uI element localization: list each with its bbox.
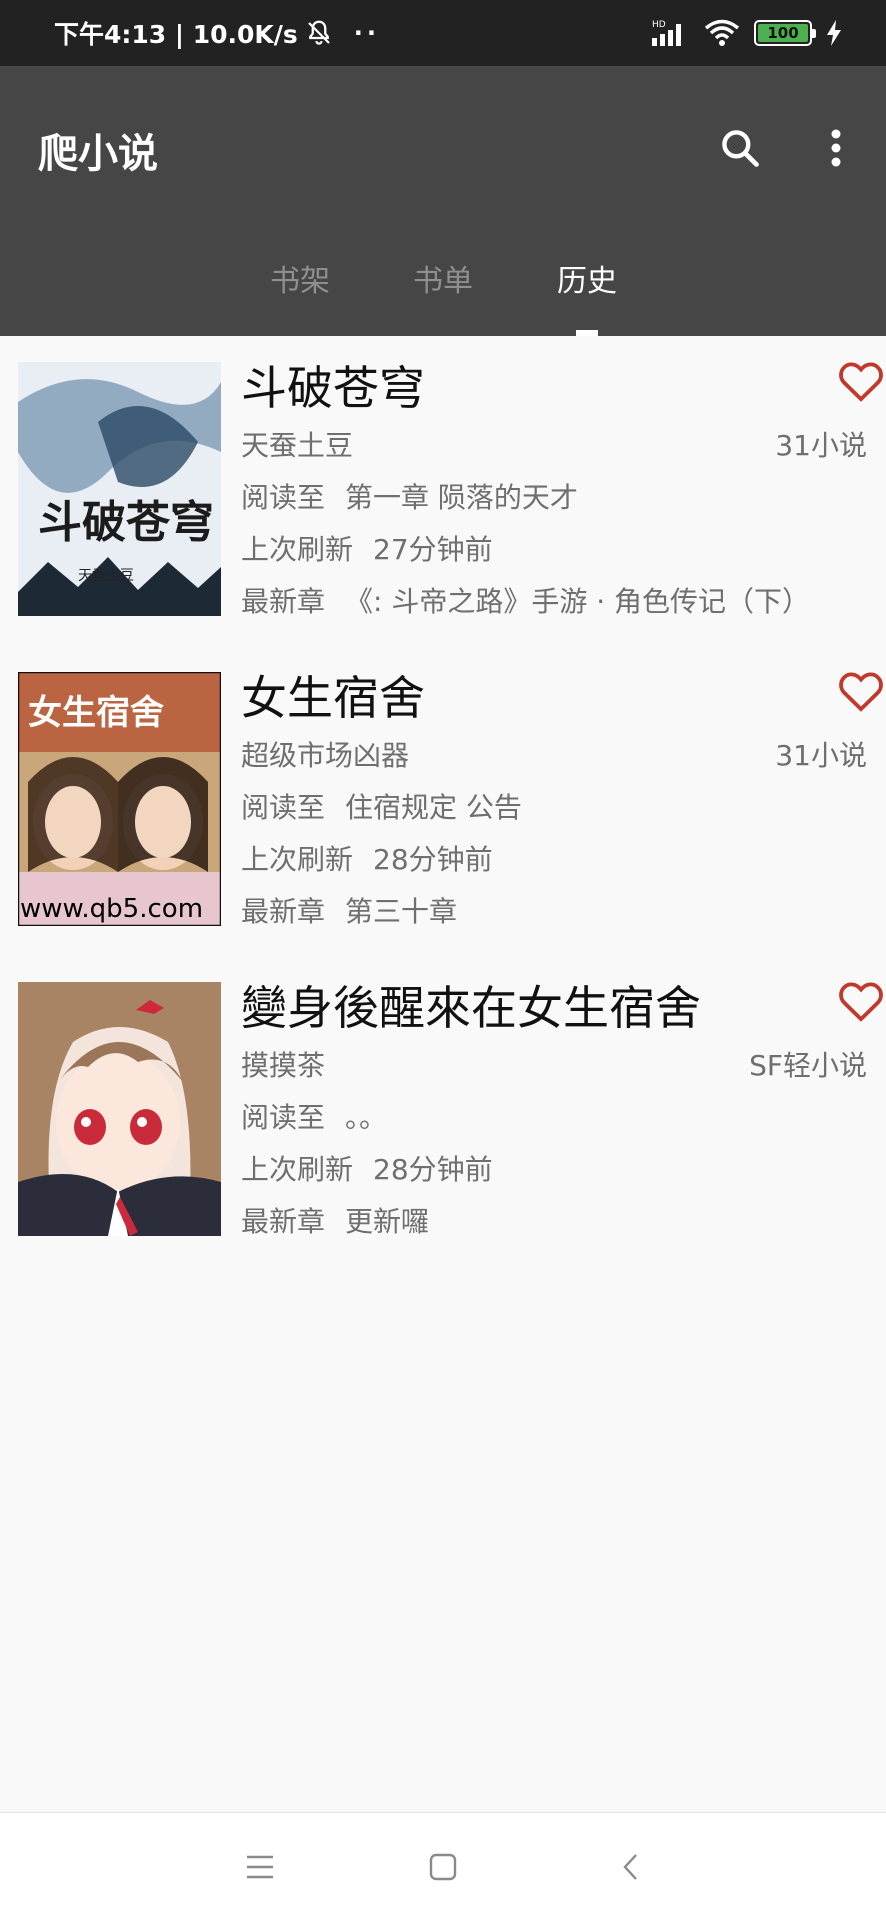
cover-watermark: www.qb5.com (20, 894, 203, 924)
tab-bar: 书架 书单 历史 (0, 246, 886, 336)
last-refresh-value: 28分钟前 (373, 843, 493, 876)
battery-icon: 100 (754, 20, 816, 46)
book-source: 31小说 (775, 429, 867, 462)
menu-icon (247, 1855, 273, 1879)
read-progress-label: 阅读至 (241, 1101, 326, 1134)
list-item[interactable]: 變身後醒來在女生宿舍 摸摸茶 SF轻小说 阅读至。。 上次刷新 28分钟前 最新章… (0, 960, 886, 1270)
read-progress-value: 第一章 陨落的天才 (345, 481, 578, 514)
read-progress-value: 住宿规定 公告 (345, 791, 522, 824)
last-refresh-label: 上次刷新 (241, 843, 354, 876)
latest-chapter-value: 第三十章 (345, 895, 458, 928)
signal-icon: HD (652, 20, 681, 46)
book-title: 斗破苍穹 (241, 361, 425, 415)
latest-chapter-label: 最新章 (241, 1205, 326, 1238)
back-button[interactable] (610, 1847, 650, 1887)
book-title: 女生宿舍 (241, 671, 425, 725)
favorite-heart-icon[interactable] (838, 980, 884, 1022)
wifi-icon (704, 19, 740, 46)
last-refresh-value: 28分钟前 (373, 1153, 493, 1186)
book-title: 變身後醒來在女生宿舍 (241, 981, 701, 1035)
book-source: 31小说 (775, 739, 867, 772)
favorite-heart-icon[interactable] (838, 360, 884, 402)
tab-history[interactable]: 历史 (515, 256, 659, 300)
search-icon (722, 130, 759, 167)
read-progress-label: 阅读至 (241, 481, 326, 514)
tab-booklist[interactable]: 书单 (371, 256, 515, 300)
book-cover: 女生宿舍 www.qb5.com (18, 672, 221, 926)
battery-level: 100 (758, 24, 808, 42)
last-refresh-label: 上次刷新 (241, 1153, 354, 1186)
charging-icon (827, 20, 841, 46)
last-refresh-label: 上次刷新 (241, 533, 354, 566)
search-button[interactable] (712, 120, 768, 176)
home-square-icon (429, 1853, 457, 1881)
list-item[interactable]: 斗破苍穹 天蚕土豆 斗破苍穹 天蚕土豆 31小说 阅读至 第一章 陨落的天才 上次… (0, 340, 886, 650)
bell-muted-icon (308, 20, 330, 45)
last-refresh-value: 27分钟前 (373, 533, 493, 566)
read-progress-value: 。。 (345, 1101, 388, 1134)
status-time-speed: 下午4:13 | 10.0K/s (54, 20, 298, 49)
status-dots: ·· (353, 19, 381, 47)
book-cover (18, 982, 221, 1236)
latest-chapter-value: 更新囉 (345, 1205, 430, 1238)
book-author: 超级市场凶器 (241, 739, 410, 772)
network-label: HD (652, 20, 666, 30)
home-button[interactable] (423, 1847, 463, 1887)
more-vert-icon (831, 129, 841, 167)
tab-indicator (576, 330, 598, 336)
app-bar: 爬小说 书架 书单 历史 (0, 66, 886, 336)
recent-apps-button[interactable] (240, 1847, 280, 1887)
latest-chapter-value: 《: 斗帝之路》手游 · 角色传记（下） (345, 585, 811, 618)
cover-title: 斗破苍穹 (38, 497, 214, 548)
cover-author: 天蚕土豆 (78, 568, 134, 584)
book-author: 天蚕土豆 (241, 429, 354, 462)
system-nav-bar (0, 1812, 886, 1920)
latest-chapter-label: 最新章 (241, 895, 326, 928)
book-author: 摸摸茶 (241, 1049, 326, 1082)
app-title: 爬小说 (38, 131, 158, 177)
back-chevron-icon (623, 1854, 637, 1880)
book-cover: 斗破苍穹 天蚕土豆 (18, 362, 221, 616)
latest-chapter-label: 最新章 (241, 585, 326, 618)
favorite-heart-icon[interactable] (838, 670, 884, 712)
more-options-button[interactable] (812, 120, 860, 176)
list-item[interactable]: 女生宿舍 www.qb5.com 女生宿舍 超级市场凶器 31小说 阅读至 住宿规… (0, 650, 886, 960)
book-source: SF轻小说 (749, 1049, 867, 1082)
read-progress-label: 阅读至 (241, 791, 326, 824)
status-bar: 下午4:13 | 10.0K/s ·· HD 100 (0, 0, 886, 66)
tab-bookshelf[interactable]: 书架 (228, 256, 372, 300)
history-list: 斗破苍穹 天蚕土豆 斗破苍穹 天蚕土豆 31小说 阅读至 第一章 陨落的天才 上次… (0, 340, 886, 1270)
cover-title: 女生宿舍 (28, 693, 164, 733)
